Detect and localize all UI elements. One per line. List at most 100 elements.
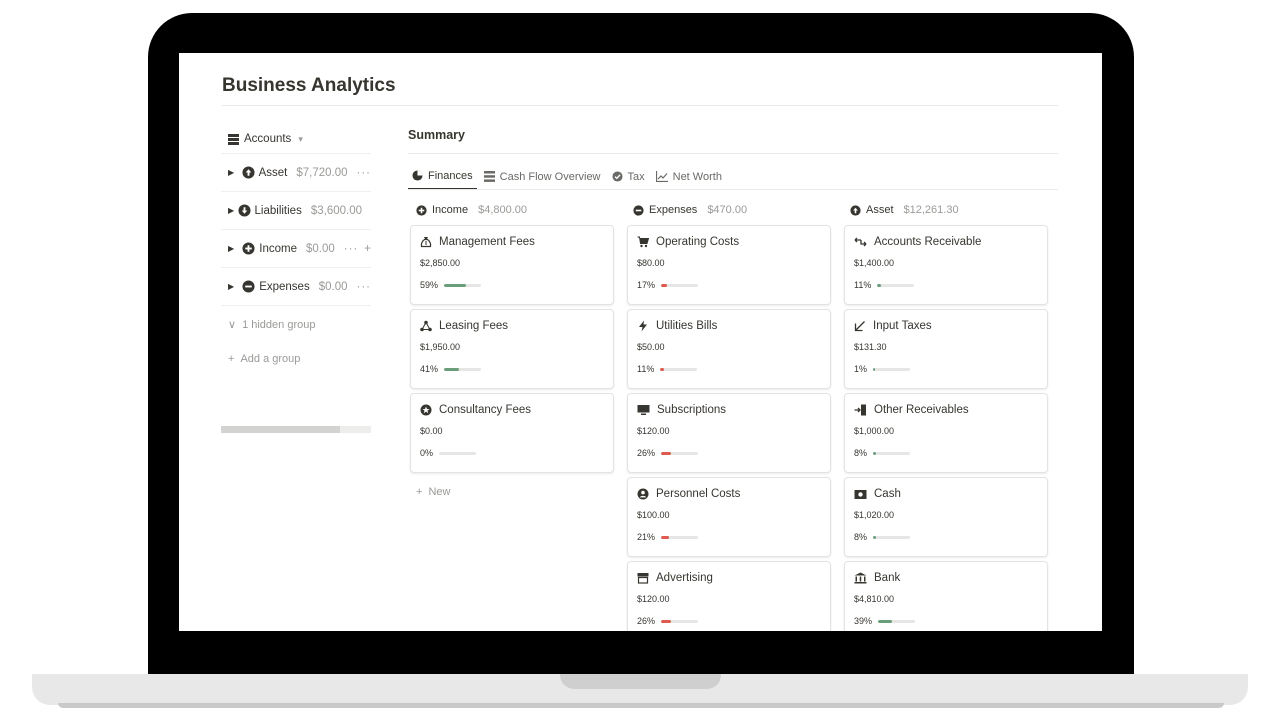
group-amount: $7,720.00 — [296, 166, 348, 179]
accounts-sidebar: Accounts ▾ ▶ Asset $7,720.00 ··· ▶ Liabi… — [221, 125, 371, 433]
progress-fill — [661, 535, 669, 539]
banknote-icon — [854, 489, 867, 500]
progress-bar — [661, 283, 699, 287]
laptop-base-edge — [58, 703, 1224, 708]
tab-tax[interactable]: Tax — [608, 163, 649, 190]
tab-label: Net Worth — [672, 170, 722, 183]
pie-chart-icon — [412, 170, 423, 181]
expand-triangle-icon[interactable]: ▶ — [228, 282, 242, 291]
card-personnel-costs[interactable]: Personnel Costs $100.00 21% — [627, 477, 831, 557]
card-amount: $0.00 — [420, 426, 443, 436]
card-input-taxes[interactable]: Input Taxes $131.30 1% — [844, 309, 1048, 389]
progress-fill — [873, 451, 876, 455]
expand-triangle-icon[interactable]: ▶ — [228, 168, 242, 177]
card-amount: $1,950.00 — [420, 342, 461, 352]
sidebar-group-income[interactable]: ▶ Income $0.00 ··· + — [221, 229, 371, 267]
add-group-label: Add a group — [240, 353, 301, 365]
card-leasing-fees[interactable]: Leasing Fees $1,950.00 41% — [410, 309, 614, 389]
card-percent: 21% — [637, 532, 656, 542]
more-options-icon[interactable]: ··· — [344, 243, 359, 255]
card-percent: 1% — [854, 364, 868, 374]
accounts-view-selector[interactable]: Accounts ▾ — [221, 125, 371, 153]
card-percent: 8% — [854, 532, 868, 542]
share-nodes-icon — [420, 320, 432, 332]
sidebar-group-expenses[interactable]: ▶ Expenses $0.00 ··· — [221, 267, 371, 305]
sidebar-group-liabilities[interactable]: ▶ Liabilities $3,600.00 — [221, 191, 371, 229]
card-percent: 8% — [854, 448, 868, 458]
progress-bar — [878, 619, 916, 623]
progress-fill — [660, 367, 665, 371]
hidden-groups-label: 1 hidden group — [242, 318, 316, 331]
card-cash[interactable]: Cash $1,020.00 8% — [844, 477, 1048, 557]
more-options-icon[interactable]: ··· — [357, 281, 372, 293]
tab-label: Finances — [428, 169, 473, 182]
column-header[interactable]: Asset $12,261.30 — [844, 199, 1048, 221]
group-label: Liabilities — [254, 204, 302, 217]
progress-fill — [444, 283, 466, 287]
card-operating-costs[interactable]: Operating Costs $80.00 17% — [627, 225, 831, 305]
card-accounts-receivable[interactable]: Accounts Receivable $1,400.00 11% — [844, 225, 1048, 305]
card-percent: 0% — [420, 448, 434, 458]
scrollbar-thumb[interactable] — [221, 426, 340, 433]
up-arrow-circle-icon — [850, 204, 861, 216]
plus-circle-icon — [416, 204, 427, 216]
card-consultancy-fees[interactable]: Consultancy Fees $0.00 0% — [410, 393, 614, 473]
card-title: Utilities Bills — [656, 320, 718, 332]
expand-triangle-icon[interactable]: ▶ — [228, 206, 238, 215]
card-title: Management Fees — [439, 236, 535, 248]
card-percent: 17% — [637, 280, 656, 290]
down-arrow-circle-icon — [237, 203, 251, 218]
up-arrow-circle-icon — [242, 165, 255, 180]
card-title: Input Taxes — [873, 320, 932, 332]
progress-bar — [439, 451, 477, 455]
card-amount: $4,810.00 — [854, 594, 895, 604]
card-management-fees[interactable]: Management Fees $2,850.00 59% — [410, 225, 614, 305]
chevron-down-icon: ▾ — [298, 133, 303, 144]
cart-icon — [637, 236, 649, 248]
card-percent: 26% — [637, 616, 656, 626]
more-options-icon[interactable]: ··· — [357, 167, 372, 179]
card-amount: $80.00 — [637, 258, 665, 268]
card-title: Accounts Receivable — [874, 236, 982, 248]
chevron-down-icon: ∨ — [228, 319, 237, 331]
card-title: Consultancy Fees — [439, 404, 532, 416]
storefront-icon — [637, 572, 649, 584]
add-group-button[interactable]: + Add a group — [221, 343, 371, 375]
column-title: Asset — [866, 204, 894, 216]
card-amount: $1,400.00 — [854, 258, 895, 268]
expand-triangle-icon[interactable]: ▶ — [228, 244, 242, 253]
board-column-expenses: Expenses $470.00 Operating Costs $80.00 … — [627, 199, 831, 631]
column-header[interactable]: Expenses $470.00 — [627, 199, 831, 221]
card-title: Advertising — [656, 572, 713, 584]
card-amount: $1,000.00 — [854, 426, 895, 436]
tab-label: Tax — [627, 170, 645, 183]
progress-fill — [878, 619, 893, 623]
card-bank[interactable]: Bank $4,810.00 39% — [844, 561, 1048, 631]
card-utilities-bills[interactable]: Utilities Bills $50.00 11% — [627, 309, 831, 389]
sidebar-scrollbar[interactable] — [221, 426, 371, 433]
hidden-groups-toggle[interactable]: ∨ 1 hidden group — [221, 305, 371, 343]
card-advertising[interactable]: Advertising $120.00 26% — [627, 561, 831, 631]
progress-fill — [873, 535, 876, 539]
tab-cash-flow-overview[interactable]: Cash Flow Overview — [480, 163, 605, 190]
plus-circle-icon — [242, 241, 255, 256]
accounts-label: Accounts — [244, 133, 292, 145]
card-title: Personnel Costs — [656, 488, 741, 500]
card-subscriptions[interactable]: Subscriptions $120.00 26% — [627, 393, 831, 473]
card-percent: 39% — [854, 616, 873, 626]
sidebar-group-asset[interactable]: ▶ Asset $7,720.00 ··· — [221, 153, 371, 191]
monitor-icon — [637, 404, 650, 416]
tab-label: Cash Flow Overview — [499, 170, 601, 183]
add-item-icon[interactable]: + — [364, 243, 371, 255]
transfer-icon — [854, 236, 867, 248]
column-header[interactable]: Income $4,800.00 — [410, 199, 614, 221]
page-title: Business Analytics — [222, 75, 396, 96]
tab-finances[interactable]: Finances — [408, 163, 477, 190]
laptop-notch — [560, 674, 721, 689]
card-other-receivables[interactable]: Other Receivables $1,000.00 8% — [844, 393, 1048, 473]
person-circle-icon — [637, 488, 649, 500]
card-amount: $131.30 — [854, 342, 887, 352]
progress-bar — [661, 451, 699, 455]
new-card-button[interactable]: + New — [410, 477, 614, 507]
tab-net-worth[interactable]: Net Worth — [652, 163, 726, 190]
